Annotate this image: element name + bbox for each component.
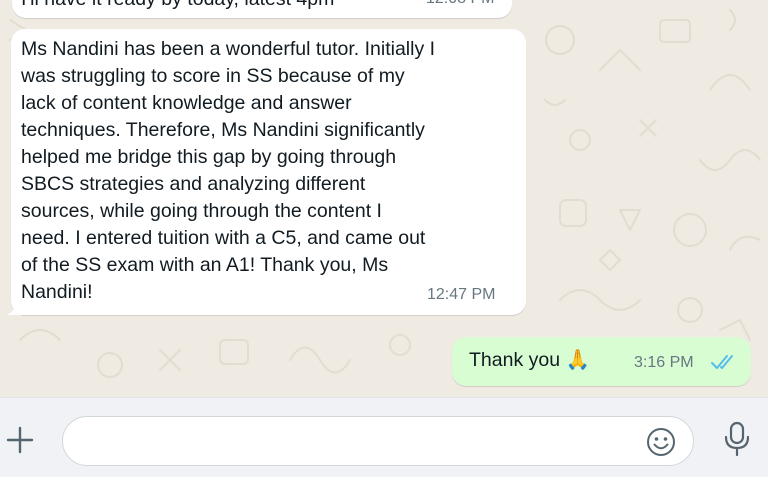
message-text: I'll have it ready by today, latest 4pm: [21, 0, 403, 13]
plus-icon[interactable]: [2, 422, 38, 458]
message-timestamp: 3:16 PM: [634, 354, 694, 371]
message-composer: [0, 397, 768, 477]
message-bubble-outgoing[interactable]: Thank you 🙏 3:16 PM: [452, 337, 751, 386]
double-check-icon: [711, 355, 733, 369]
microphone-icon[interactable]: [720, 420, 754, 458]
emoji-icon[interactable]: [645, 426, 677, 458]
message-input[interactable]: [62, 416, 694, 466]
message-timestamp: 12:08 PM: [426, 0, 494, 8]
message-text: Thank you 🙏: [469, 349, 590, 371]
message-text: Ms Nandini has been a wonderful tutor. I…: [21, 38, 436, 303]
message-bubble-incoming-clipped[interactable]: I'll have it ready by today, latest 4pm …: [12, 0, 512, 18]
message-timestamp: 12:47 PM: [427, 286, 496, 303]
message-bubble-incoming[interactable]: Ms Nandini has been a wonderful tutor. I…: [7, 29, 526, 315]
chat-area: I'll have it ready by today, latest 4pm …: [0, 0, 768, 397]
